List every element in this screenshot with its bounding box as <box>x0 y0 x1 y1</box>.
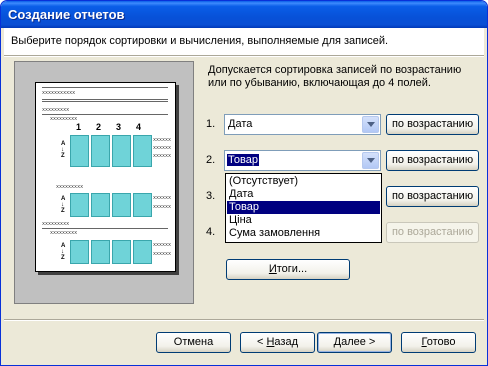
preview-title-placeholder: xxxxxxxxxxx <box>42 91 76 96</box>
dropdown-option[interactable]: Сума замовлення <box>227 227 380 240</box>
sort-field-combo-1[interactable]: Дата <box>224 114 381 135</box>
preview-column-cell <box>133 240 152 264</box>
footer-separator <box>4 319 484 321</box>
finish-button[interactable]: Готово <box>401 332 476 353</box>
preview-column-cell <box>91 240 110 264</box>
preview-column-cell <box>91 193 110 217</box>
preview-column-cell <box>133 135 152 167</box>
preview-cell-placeholder: xxxxxx <box>153 196 172 201</box>
sort-order-button-1[interactable]: по возрастанию <box>386 114 479 135</box>
report-preview: xxxxxxxxxxx xxxxxxxxx xxxxxxxxx 1 2 3 4 … <box>14 61 194 304</box>
preview-column-cell <box>70 240 89 264</box>
preview-cell-placeholder: xxxxxx <box>153 154 172 159</box>
dropdown-option[interactable]: Ціна <box>227 214 380 227</box>
preview-cell-placeholder: xxxxxx <box>153 252 172 257</box>
preview-cell-placeholder: xxxxxx <box>153 243 172 248</box>
next-button[interactable]: Далее > <box>317 332 392 353</box>
sort-field-value: Товар <box>227 154 259 166</box>
preview-column-cell <box>112 193 131 217</box>
preview-column-cell <box>70 193 89 217</box>
title-bar[interactable]: Создание отчетов <box>1 1 487 28</box>
preview-column-cell <box>112 135 131 167</box>
preview-column-number: 1 <box>76 122 82 132</box>
dropdown-option[interactable]: (Отсутствует) <box>227 175 380 188</box>
report-wizard-window: Создание отчетов Выберите порядок сортир… <box>0 0 488 366</box>
chevron-down-icon[interactable] <box>362 116 379 133</box>
sort-description: Допускается сортировка записей по возрас… <box>208 64 478 90</box>
sort-az-icon: A ↓ Z <box>61 141 66 159</box>
back-button[interactable]: < Назад <box>240 332 315 353</box>
report-preview-page: xxxxxxxxxxx xxxxxxxxx xxxxxxxxx 1 2 3 4 … <box>35 82 176 272</box>
sort-order-button-3[interactable]: по возрастанию <box>386 186 479 207</box>
preview-column-cell <box>91 135 110 167</box>
window-title: Создание отчетов <box>8 7 125 22</box>
sort-row-number: 2. <box>206 154 216 166</box>
preview-rule <box>42 99 168 100</box>
preview-column-cell <box>70 135 89 167</box>
preview-cell-placeholder: xxxxxx <box>153 205 172 210</box>
instruction-text: Выберите порядок сортировки и вычисления… <box>11 35 389 47</box>
header-separator <box>4 55 484 57</box>
sort-az-icon: A ↓ Z <box>61 196 66 214</box>
sort-order-button-2[interactable]: по возрастанию <box>386 150 479 171</box>
preview-cell-placeholder: xxxxxx <box>153 138 172 143</box>
preview-rule <box>42 87 168 88</box>
preview-subgroup-placeholder: xxxxxxxxx <box>50 231 78 236</box>
sort-row-number: 3. <box>206 190 216 202</box>
preview-column-number: 4 <box>136 122 142 132</box>
preview-group-placeholder: xxxxxxxxx <box>42 222 70 227</box>
preview-subgroup-placeholder: xxxxxxxxx <box>50 117 78 122</box>
summary-options-button[interactable]: Итоги... <box>226 259 350 280</box>
preview-rule <box>42 101 168 102</box>
preview-column-number: 2 <box>96 122 102 132</box>
sort-az-icon: A ↓ Z <box>61 243 66 261</box>
sort-description-line: или по убыванию, включающая до 4 полей. <box>208 77 431 89</box>
sort-description-line: Допускается сортировка записей по возрас… <box>208 64 462 76</box>
preview-column-number: 3 <box>116 122 122 132</box>
sort-field-dropdown-list[interactable]: (Отсутствует) Дата Товар Ціна Сума замов… <box>225 173 382 243</box>
sort-row-number: 4. <box>206 226 216 238</box>
preview-rule <box>42 228 168 229</box>
sort-row-number: 1. <box>206 118 216 130</box>
dropdown-option[interactable]: Дата <box>227 188 380 201</box>
sort-field-value: Дата <box>228 118 253 130</box>
preview-cell-placeholder: xxxxxx <box>153 146 172 151</box>
cancel-button[interactable]: Отмена <box>156 332 231 353</box>
preview-group-placeholder: xxxxxxxxx <box>42 108 70 113</box>
chevron-down-icon[interactable] <box>362 152 379 169</box>
dropdown-option-selected[interactable]: Товар <box>227 201 380 214</box>
sort-field-combo-2[interactable]: Товар <box>224 150 381 171</box>
preview-column-cell <box>112 240 131 264</box>
preview-rule <box>42 114 168 115</box>
sort-order-button-4: по возрастанию <box>386 222 479 243</box>
preview-column-cell <box>133 193 152 217</box>
preview-subgroup-placeholder: xxxxxxxxx <box>56 185 84 190</box>
